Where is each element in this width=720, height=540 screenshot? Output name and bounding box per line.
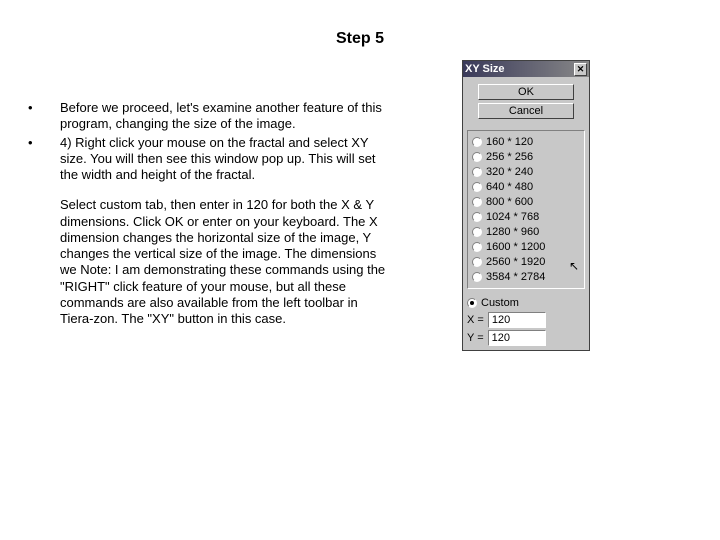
bullet-item: • 4) Right click your mouse on the fract… — [20, 135, 390, 184]
bullet-text: Before we proceed, let's examine another… — [60, 100, 390, 133]
preset-option[interactable]: 320 * 240 — [472, 164, 580, 179]
xy-size-dialog: XY Size ✕ OK Cancel 160 * 120 256 * 256 … — [462, 60, 590, 351]
close-icon: ✕ — [577, 65, 585, 74]
x-input[interactable]: 120 — [488, 312, 546, 328]
radio-icon — [472, 212, 482, 222]
cancel-button[interactable]: Cancel — [478, 103, 574, 119]
preset-label: 320 * 240 — [486, 166, 533, 178]
preset-option[interactable]: 160 * 120 — [472, 134, 580, 149]
preset-option[interactable]: 800 * 600 — [472, 194, 580, 209]
radio-icon — [472, 152, 482, 162]
preset-label: 3584 * 2784 — [486, 271, 545, 283]
preset-group: 160 * 120 256 * 256 320 * 240 640 * 480 … — [467, 130, 585, 289]
custom-label: Custom — [481, 297, 519, 309]
preset-label: 1280 * 960 — [486, 226, 539, 238]
page-title: Step 5 — [0, 30, 720, 48]
bullet-text: 4) Right click your mouse on the fractal… — [60, 135, 390, 184]
radio-icon — [472, 197, 482, 207]
dialog-titlebar[interactable]: XY Size ✕ — [463, 61, 589, 77]
bullet-marker: • — [20, 100, 60, 115]
preset-option[interactable]: 1280 * 960 — [472, 224, 580, 239]
preset-option[interactable]: 2560 * 1920 — [472, 254, 580, 269]
instruction-text: • Before we proceed, let's examine anoth… — [20, 100, 390, 327]
dialog-body: OK Cancel 160 * 120 256 * 256 320 * 240 … — [463, 77, 589, 350]
dialog-title: XY Size — [465, 63, 505, 75]
radio-icon — [472, 167, 482, 177]
preset-label: 1600 * 1200 — [486, 241, 545, 253]
radio-icon — [472, 137, 482, 147]
x-field-row: X = 120 — [467, 312, 585, 328]
y-input[interactable]: 120 — [488, 330, 546, 346]
preset-label: 160 * 120 — [486, 136, 533, 148]
preset-label: 2560 * 1920 — [486, 256, 545, 268]
y-field-row: Y = 120 — [467, 330, 585, 346]
preset-label: 256 * 256 — [486, 151, 533, 163]
custom-group: Custom X = 120 Y = 120 — [467, 295, 585, 346]
preset-option[interactable]: 256 * 256 — [472, 149, 580, 164]
y-label: Y = — [467, 332, 484, 344]
radio-icon — [472, 227, 482, 237]
radio-icon — [467, 298, 477, 308]
ok-button[interactable]: OK — [478, 84, 574, 100]
bullet-item: • Before we proceed, let's examine anoth… — [20, 100, 390, 133]
preset-label: 800 * 600 — [486, 196, 533, 208]
bullet-marker: • — [20, 135, 60, 150]
continuation-text: Select custom tab, then enter in 120 for… — [60, 197, 390, 327]
preset-option[interactable]: 1024 * 768 — [472, 209, 580, 224]
radio-icon — [472, 182, 482, 192]
preset-option[interactable]: 640 * 480 — [472, 179, 580, 194]
preset-option[interactable]: 3584 * 2784 — [472, 269, 580, 284]
close-button[interactable]: ✕ — [574, 63, 587, 76]
radio-icon — [472, 272, 482, 282]
custom-option[interactable]: Custom — [467, 295, 585, 310]
preset-label: 640 * 480 — [486, 181, 533, 193]
preset-option[interactable]: 1600 * 1200 — [472, 239, 580, 254]
preset-label: 1024 * 768 — [486, 211, 539, 223]
x-label: X = — [467, 314, 484, 326]
radio-icon — [472, 242, 482, 252]
radio-icon — [472, 257, 482, 267]
